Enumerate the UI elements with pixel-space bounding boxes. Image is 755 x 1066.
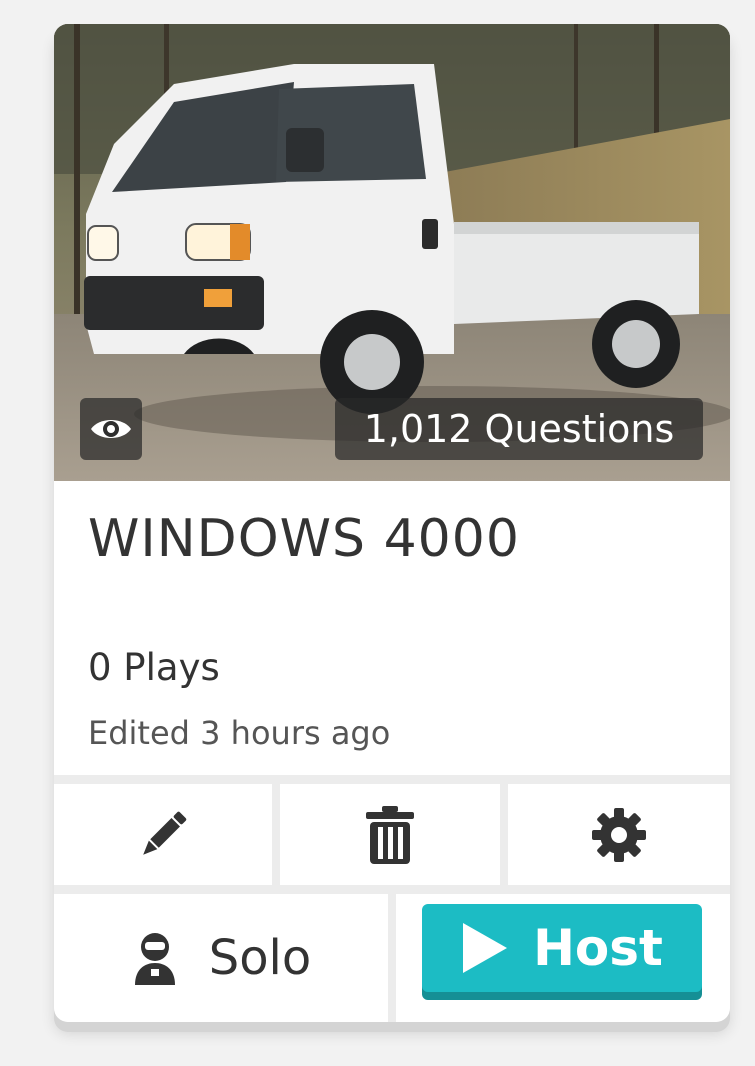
host-button-area: Host <box>396 894 730 1022</box>
solo-player-icon <box>134 933 175 985</box>
eye-icon <box>91 420 131 438</box>
pencil-icon <box>143 811 187 855</box>
card-info: WINDOWS 4000 0 Plays Edited 3 hours ago <box>54 481 730 775</box>
play-icon <box>463 923 508 973</box>
plays-count: 0 Plays <box>88 646 220 689</box>
trash-icon <box>366 805 414 864</box>
questions-count-badge: 1,012 Questions <box>335 398 703 460</box>
settings-button[interactable] <box>508 784 730 885</box>
cover-image[interactable]: 1,012 Questions <box>54 24 730 481</box>
quiz-title[interactable]: WINDOWS 4000 <box>88 509 520 569</box>
edit-button[interactable] <box>54 784 272 885</box>
solo-button[interactable]: Solo <box>54 894 388 1022</box>
gear-icon <box>592 807 646 862</box>
host-button[interactable]: Host <box>422 904 702 992</box>
preview-button[interactable] <box>80 398 142 460</box>
delete-button[interactable] <box>280 784 500 885</box>
quiz-card: 1,012 Questions WINDOWS 4000 0 Plays Edi… <box>54 24 730 1022</box>
edited-timestamp: Edited 3 hours ago <box>88 714 391 752</box>
solo-label: Solo <box>208 930 312 986</box>
host-label: Host <box>533 919 663 977</box>
